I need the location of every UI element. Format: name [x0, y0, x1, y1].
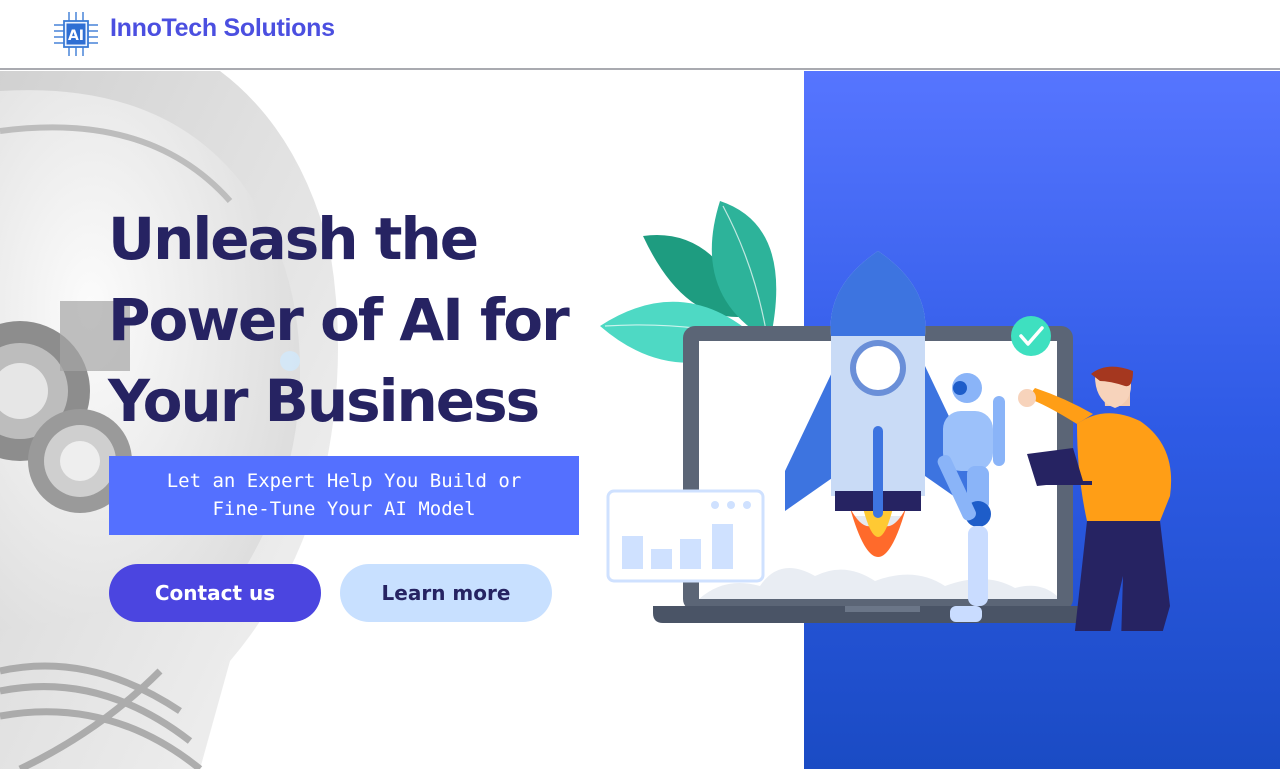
headline-line-3: Your Business — [108, 367, 540, 435]
rocket-launch-illustration — [600, 201, 1172, 631]
site-header: AI InnoTech Solutions — [0, 0, 1280, 70]
logo-text: AI — [68, 28, 84, 44]
hero-section: Unleash the Power of AI for Your Busines… — [0, 71, 1280, 769]
bar-chart-icon — [606, 489, 765, 583]
ai-chip-icon[interactable]: AI — [52, 11, 100, 57]
checkmark-icon — [1011, 316, 1051, 356]
hero-headline: Unleash the Power of AI for Your Busines… — [108, 199, 608, 442]
headline-line-1: Unleash the — [108, 205, 479, 273]
headline-line-2: Power of AI for — [108, 286, 570, 354]
tagline-box: Let an Expert Help You Build or Fine-Tun… — [109, 456, 579, 535]
tagline-line-1: Let an Expert Help You Build or — [166, 470, 522, 492]
brand-name[interactable]: InnoTech Solutions — [110, 14, 335, 43]
tagline-line-2: Fine-Tune Your AI Model — [212, 498, 476, 520]
contact-us-button[interactable]: Contact us — [109, 564, 321, 622]
learn-more-button[interactable]: Learn more — [340, 564, 552, 622]
